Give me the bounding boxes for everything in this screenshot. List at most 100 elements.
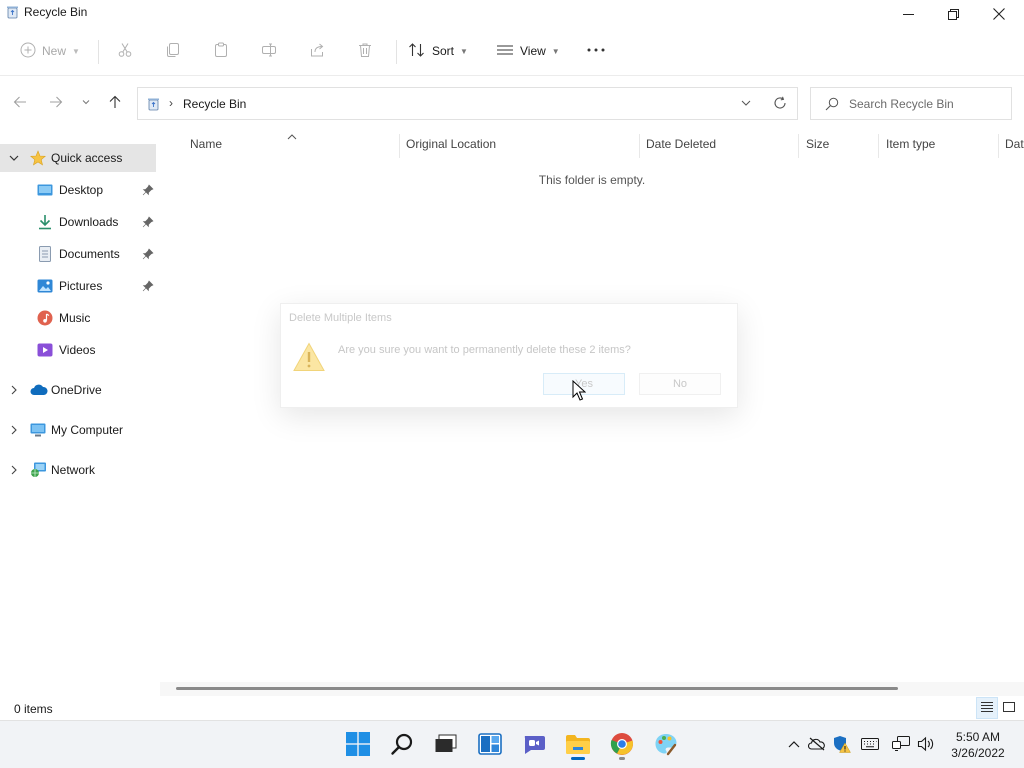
search-icon <box>390 732 414 759</box>
sidebar-item-my-computer[interactable]: My Computer <box>0 416 156 444</box>
file-explorer-taskbar-button[interactable] <box>558 729 598 761</box>
input-indicator-button[interactable] <box>860 735 880 755</box>
sidebar-item-label: Music <box>59 311 91 325</box>
pin-icon[interactable] <box>142 280 154 295</box>
pin-icon[interactable] <box>142 184 154 199</box>
widgets-button[interactable] <box>470 729 510 761</box>
chevron-right-icon[interactable] <box>8 424 20 439</box>
breadcrumb-recycle-bin[interactable]: Recycle Bin <box>183 97 246 111</box>
recycle-bin-icon <box>147 97 160 114</box>
large-icons-view-button[interactable] <box>998 697 1020 719</box>
start-button[interactable] <box>338 729 378 761</box>
sort-label: Sort <box>432 44 455 58</box>
minimize-button[interactable] <box>885 0 931 28</box>
back-button[interactable] <box>11 94 29 112</box>
music-icon <box>37 310 53 326</box>
system-clock[interactable]: 5:50 AM 3/26/2022 <box>944 729 1012 761</box>
sidebar-item-videos[interactable]: Videos <box>0 336 156 364</box>
minimize-icon <box>902 9 914 20</box>
column-header-date-modified[interactable]: Dat <box>1005 137 1024 151</box>
arrow-right-icon <box>49 95 63 112</box>
chevron-right-icon[interactable] <box>8 384 20 399</box>
sidebar-item-downloads[interactable]: Downloads <box>0 208 156 236</box>
network-tray-button[interactable] <box>891 735 911 755</box>
view-icon <box>496 42 514 61</box>
no-button[interactable]: No <box>639 373 721 395</box>
file-explorer-icon <box>565 733 591 758</box>
chevron-down-icon[interactable] <box>740 97 752 112</box>
recent-locations-button[interactable] <box>77 94 95 112</box>
share-icon <box>309 42 325 61</box>
taskbar: 5:50 AM 3/26/2022 <box>0 720 1024 768</box>
share-button[interactable] <box>309 36 325 66</box>
scrollbar-thumb[interactable] <box>176 687 898 690</box>
sidebar-item-pictures[interactable]: Pictures <box>0 272 156 300</box>
search-input[interactable] <box>849 96 999 112</box>
new-icon <box>20 42 36 61</box>
pin-icon[interactable] <box>142 248 154 263</box>
copy-icon <box>165 42 181 61</box>
sidebar-item-label: Videos <box>59 343 96 357</box>
up-button[interactable] <box>106 94 124 112</box>
column-divider[interactable] <box>399 134 400 158</box>
cloud-icon <box>30 382 48 398</box>
delete-button[interactable] <box>357 36 373 66</box>
new-button[interactable]: New ▼ <box>20 36 80 66</box>
copy-button[interactable] <box>165 36 181 66</box>
column-header-original-location[interactable]: Original Location <box>406 137 496 151</box>
search-box[interactable] <box>810 87 1012 120</box>
paint-taskbar-button[interactable] <box>646 729 686 761</box>
active-app-indicator <box>571 757 585 760</box>
chevron-down-icon <box>81 96 91 110</box>
forward-button[interactable] <box>47 94 65 112</box>
column-divider[interactable] <box>639 134 640 158</box>
show-hidden-icons-button[interactable] <box>784 735 804 755</box>
column-divider[interactable] <box>878 134 879 158</box>
chat-button[interactable] <box>514 729 554 761</box>
sort-button[interactable]: Sort ▼ <box>408 36 468 66</box>
paste-icon <box>213 42 229 61</box>
refresh-icon[interactable] <box>773 96 787 113</box>
column-divider[interactable] <box>998 134 999 158</box>
task-view-button[interactable] <box>426 729 466 761</box>
sidebar-item-label: My Computer <box>51 423 124 437</box>
sidebar-item-quick-access[interactable]: Quick access <box>0 144 156 172</box>
column-divider[interactable] <box>798 134 799 158</box>
view-button[interactable]: View ▼ <box>496 36 560 66</box>
sidebar-item-label: Documents <box>59 247 120 261</box>
restore-button[interactable] <box>930 0 976 28</box>
view-label: View <box>520 44 546 58</box>
sidebar-item-desktop[interactable]: Desktop <box>0 176 156 204</box>
chevron-down-icon[interactable] <box>8 152 20 167</box>
chrome-taskbar-button[interactable] <box>602 729 642 761</box>
sort-ascending-icon <box>287 130 297 144</box>
empty-folder-message: This folder is empty. <box>538 173 646 187</box>
column-header-item-type[interactable]: Item type <box>886 137 935 151</box>
cut-button[interactable] <box>117 36 133 66</box>
sidebar-item-onedrive[interactable]: OneDrive <box>0 376 156 404</box>
address-bar[interactable]: › Recycle Bin <box>137 87 798 120</box>
onedrive-tray-button[interactable] <box>807 735 827 755</box>
paste-button[interactable] <box>213 36 229 66</box>
close-button[interactable] <box>976 0 1022 28</box>
column-header-date-deleted[interactable]: Date Deleted <box>646 137 716 151</box>
see-more-button[interactable] <box>586 36 606 66</box>
sidebar-item-network[interactable]: Network <box>0 456 156 484</box>
sidebar-item-documents[interactable]: Documents <box>0 240 156 268</box>
chevron-right-icon[interactable] <box>8 464 20 479</box>
details-view-button[interactable] <box>976 697 998 719</box>
rename-button[interactable] <box>261 36 277 66</box>
pin-icon[interactable] <box>142 216 154 231</box>
windows-security-tray-button[interactable] <box>832 735 852 755</box>
sidebar-item-music[interactable]: Music <box>0 304 156 332</box>
delete-icon <box>357 42 373 61</box>
taskbar-search-button[interactable] <box>382 729 422 761</box>
window-title: Recycle Bin <box>24 5 88 19</box>
volume-tray-button[interactable] <box>916 735 936 755</box>
arrow-left-icon <box>13 95 27 112</box>
downloads-icon <box>37 214 53 230</box>
column-header-name[interactable]: Name <box>190 137 222 151</box>
column-header-size[interactable]: Size <box>806 137 829 151</box>
more-icon <box>586 42 606 61</box>
onedrive-offline-icon <box>808 737 826 754</box>
